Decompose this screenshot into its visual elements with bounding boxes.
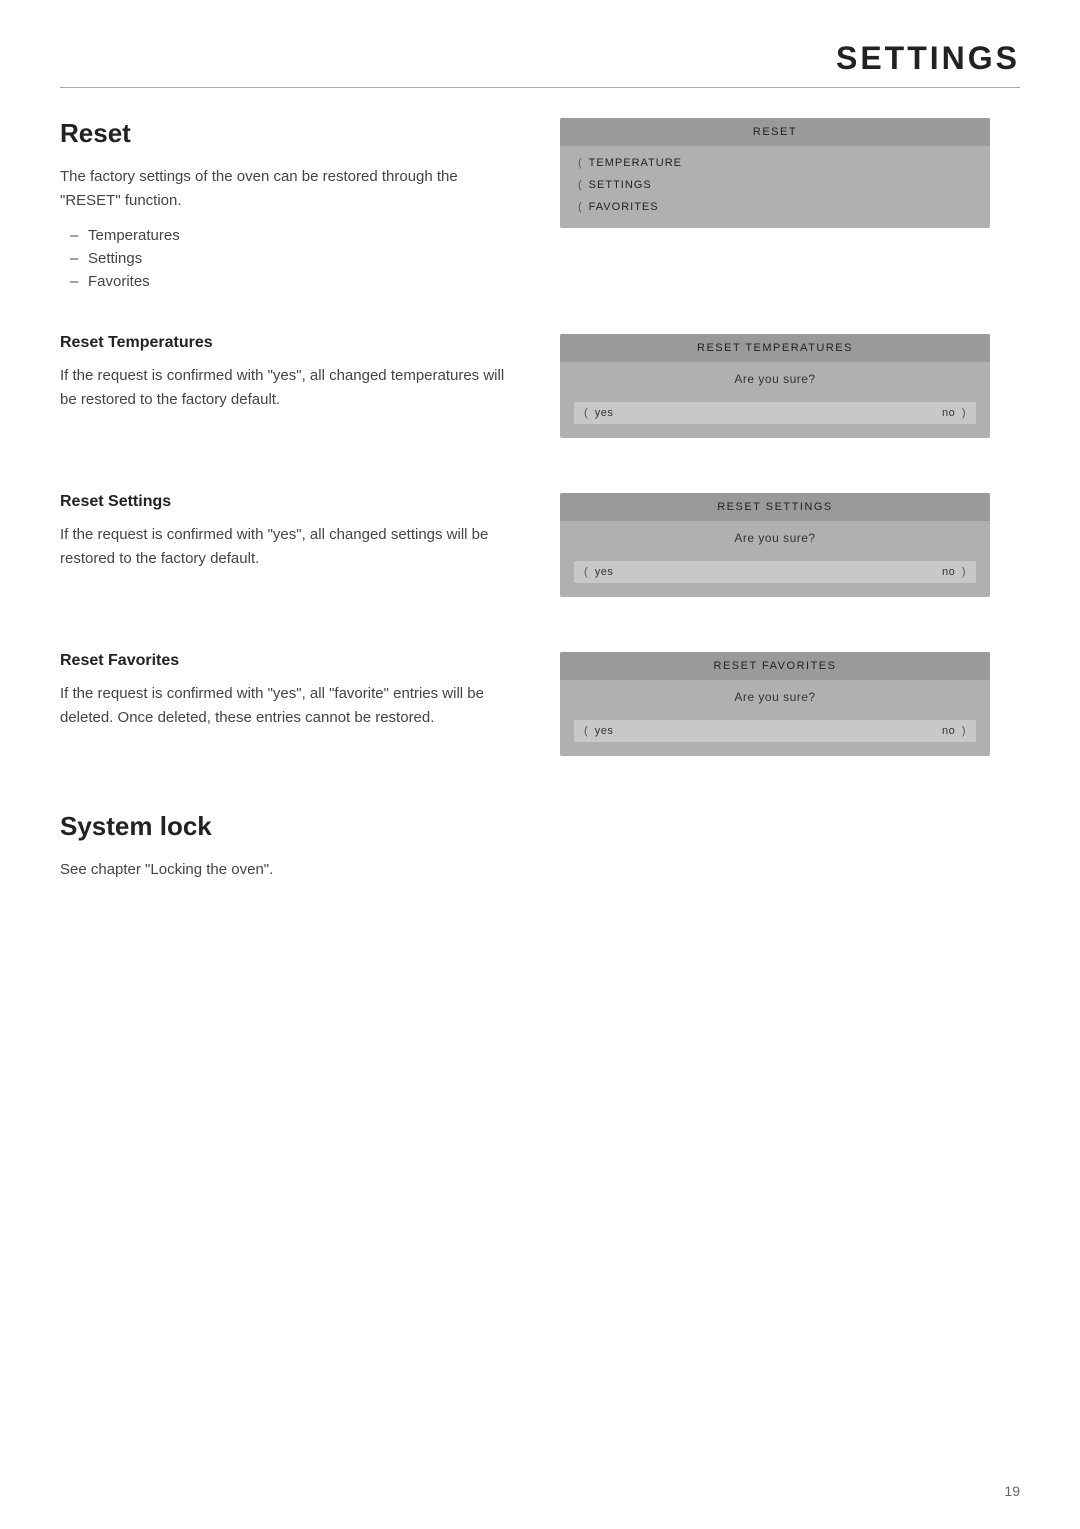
reset-settings-ui-header: RESET SETTINGS bbox=[560, 493, 990, 521]
favorites-no-label: no bbox=[942, 725, 955, 737]
reset-intro: The factory settings of the oven can be … bbox=[60, 165, 520, 213]
reset-temperatures-content: Reset Temperatures If the request is con… bbox=[60, 334, 1020, 458]
reset-ui-row-favorites: ( FAVORITES bbox=[574, 196, 976, 218]
reset-favorites-title: Reset Favorites bbox=[60, 652, 520, 670]
yes-label: yes bbox=[595, 407, 614, 419]
reset-temperatures-title: Reset Temperatures bbox=[60, 334, 520, 352]
favorites-yes-bracket-left: ( bbox=[584, 725, 588, 737]
reset-temperatures-right: RESET TEMPERATURES Are you sure? ( yes n… bbox=[560, 334, 990, 458]
reset-ui-display: RESET ( TEMPERATURE ( SETTINGS ( FAVORIT… bbox=[560, 118, 990, 228]
reset-temperatures-ui-header: RESET TEMPERATURES bbox=[560, 334, 990, 362]
reset-ui-row-temperature: ( TEMPERATURE bbox=[574, 152, 976, 174]
system-lock-description: See chapter "Locking the oven". bbox=[60, 858, 1020, 882]
reset-favorites-options: ( yes no ) bbox=[574, 720, 976, 742]
reset-favorites-ui-header: RESET FAVORITES bbox=[560, 652, 990, 680]
reset-ui-label-temperature: TEMPERATURE bbox=[589, 157, 682, 169]
reset-ui-body: ( TEMPERATURE ( SETTINGS ( FAVORITES bbox=[560, 146, 990, 228]
page-header: SETTINGS bbox=[60, 40, 1020, 77]
settings-yes-bracket-left: ( bbox=[584, 566, 588, 578]
favorites-no-bracket-right: ) bbox=[962, 725, 966, 737]
reset-settings-title: Reset Settings bbox=[60, 493, 520, 511]
reset-favorites-right: RESET FAVORITES Are you sure? ( yes no ) bbox=[560, 652, 990, 776]
reset-favorites-ui-body: Are you sure? ( yes no ) bbox=[560, 680, 990, 756]
reset-temperatures-description: If the request is confirmed with "yes", … bbox=[60, 364, 520, 412]
reset-temperatures-ui: RESET TEMPERATURES Are you sure? ( yes n… bbox=[560, 334, 990, 438]
reset-section: Reset The factory settings of the oven c… bbox=[60, 118, 1020, 304]
list-item-temperatures: Temperatures bbox=[70, 227, 520, 244]
reset-temperatures-left: Reset Temperatures If the request is con… bbox=[60, 334, 520, 458]
reset-settings-subsection: Reset Settings If the request is confirm… bbox=[60, 493, 1020, 617]
reset-settings-ui: RESET SETTINGS Are you sure? ( yes no ) bbox=[560, 493, 990, 597]
reset-temperatures-no[interactable]: no ) bbox=[942, 407, 966, 419]
reset-temperatures-subsection: Reset Temperatures If the request is con… bbox=[60, 334, 1020, 458]
reset-temperatures-yes[interactable]: ( yes bbox=[584, 407, 613, 419]
reset-settings-content: Reset Settings If the request is confirm… bbox=[60, 493, 1020, 617]
system-lock-section: System lock See chapter "Locking the ove… bbox=[60, 811, 1020, 882]
reset-title: Reset bbox=[60, 118, 520, 149]
reset-favorites-yes[interactable]: ( yes bbox=[584, 725, 613, 737]
reset-right-col: RESET ( TEMPERATURE ( SETTINGS ( FAVORIT… bbox=[560, 118, 990, 304]
reset-settings-options: ( yes no ) bbox=[574, 561, 976, 583]
reset-settings-right: RESET SETTINGS Are you sure? ( yes no ) bbox=[560, 493, 990, 617]
reset-ui-header: RESET bbox=[560, 118, 990, 146]
favorites-yes-label: yes bbox=[595, 725, 614, 737]
reset-settings-left: Reset Settings If the request is confirm… bbox=[60, 493, 520, 617]
reset-temperatures-ui-body: Are you sure? ( yes no ) bbox=[560, 362, 990, 438]
reset-favorites-description: If the request is confirmed with "yes", … bbox=[60, 682, 520, 730]
system-lock-title: System lock bbox=[60, 811, 1020, 842]
settings-yes-label: yes bbox=[595, 566, 614, 578]
reset-favorites-left: Reset Favorites If the request is confir… bbox=[60, 652, 520, 776]
reset-favorites-subsection: Reset Favorites If the request is confir… bbox=[60, 652, 1020, 776]
reset-temperatures-options: ( yes no ) bbox=[574, 402, 976, 424]
reset-settings-description: If the request is confirmed with "yes", … bbox=[60, 523, 520, 571]
reset-favorites-question: Are you sure? bbox=[574, 690, 976, 704]
no-label: no bbox=[942, 407, 955, 419]
list-item-settings: Settings bbox=[70, 250, 520, 267]
reset-settings-no[interactable]: no ) bbox=[942, 566, 966, 578]
bracket-settings: ( bbox=[578, 179, 583, 191]
list-item-favorites: Favorites bbox=[70, 273, 520, 290]
reset-ui-label-favorites: FAVORITES bbox=[589, 201, 659, 213]
page-title: SETTINGS bbox=[836, 40, 1020, 76]
page-number: 19 bbox=[1004, 1483, 1020, 1499]
settings-no-label: no bbox=[942, 566, 955, 578]
reset-favorites-content: Reset Favorites If the request is confir… bbox=[60, 652, 1020, 776]
reset-settings-yes[interactable]: ( yes bbox=[584, 566, 613, 578]
reset-favorites-no[interactable]: no ) bbox=[942, 725, 966, 737]
settings-no-bracket-right: ) bbox=[962, 566, 966, 578]
bracket-temperature: ( bbox=[578, 157, 583, 169]
no-bracket-right: ) bbox=[962, 407, 966, 419]
reset-list: Temperatures Settings Favorites bbox=[60, 227, 520, 290]
reset-settings-ui-body: Are you sure? ( yes no ) bbox=[560, 521, 990, 597]
reset-settings-question: Are you sure? bbox=[574, 531, 976, 545]
reset-ui-label-settings: SETTINGS bbox=[589, 179, 652, 191]
yes-bracket-left: ( bbox=[584, 407, 588, 419]
reset-favorites-ui: RESET FAVORITES Are you sure? ( yes no ) bbox=[560, 652, 990, 756]
reset-left-col: Reset The factory settings of the oven c… bbox=[60, 118, 520, 304]
bracket-favorites: ( bbox=[578, 201, 583, 213]
reset-ui-row-settings: ( SETTINGS bbox=[574, 174, 976, 196]
header-divider bbox=[60, 87, 1020, 88]
reset-temperatures-question: Are you sure? bbox=[574, 372, 976, 386]
